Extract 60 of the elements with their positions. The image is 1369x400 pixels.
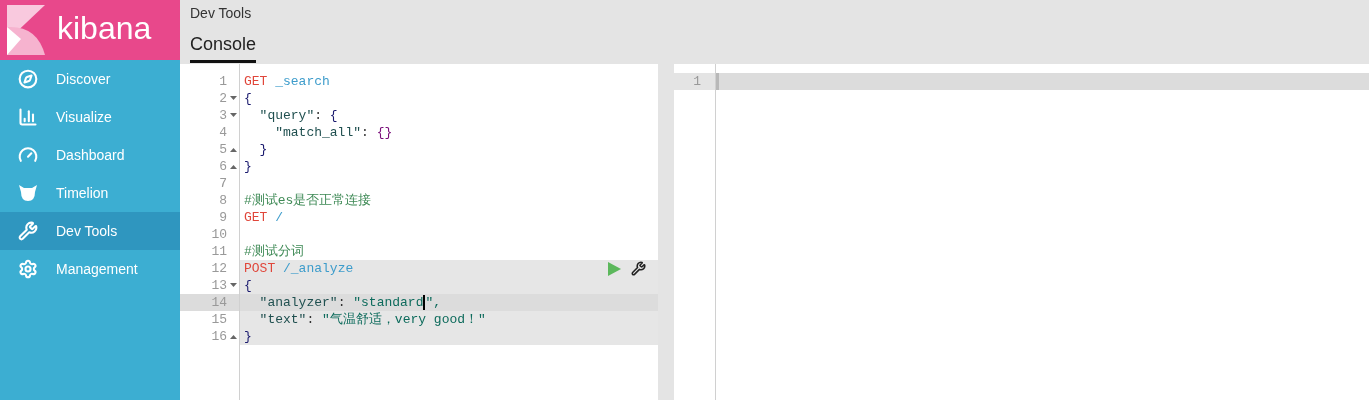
- sidebar-item[interactable]: Management: [0, 250, 180, 288]
- line-number: 1: [219, 72, 227, 91]
- line-number: 15: [211, 310, 227, 329]
- sidebar-label: Management: [56, 259, 138, 279]
- line-number: 2: [219, 89, 227, 108]
- compass-icon: [18, 69, 38, 89]
- line-number: 10: [211, 225, 227, 244]
- line-number: 3: [219, 106, 227, 125]
- bear-icon: [18, 184, 38, 202]
- sidebar-label: Visualize: [56, 107, 112, 127]
- line-number: 16: [211, 327, 227, 346]
- fold-arrow-icon[interactable]: [230, 334, 237, 339]
- sidebar-label: Dev Tools: [56, 221, 118, 241]
- code-line: POST /_analyze: [244, 259, 354, 278]
- line-number: 8: [219, 191, 227, 210]
- sidebar-label: Timelion: [56, 183, 109, 203]
- line-number: 11: [211, 242, 227, 261]
- code-line: "analyzer": "standard",: [258, 293, 442, 312]
- page-title: Dev Tools: [190, 4, 253, 23]
- code-line: "query": {: [258, 106, 338, 125]
- fold-arrow-icon[interactable]: [230, 283, 237, 288]
- line-number: 7: [219, 174, 227, 193]
- code-line: "text": "气温舒适，very good！": [258, 310, 486, 329]
- bar-chart-icon: [18, 107, 38, 127]
- wrench-icon[interactable]: [631, 261, 646, 276]
- sidebar-item[interactable]: Visualize: [0, 98, 180, 136]
- fold-arrow-icon[interactable]: [230, 164, 237, 169]
- sidebar-item[interactable]: Dev Tools: [0, 212, 180, 250]
- line-number: 13: [211, 276, 227, 295]
- sidebar-item[interactable]: Timelion: [0, 174, 180, 212]
- line-number: 5: [219, 140, 227, 159]
- sidebar-label: Discover: [56, 69, 111, 89]
- code-line: {: [244, 276, 252, 295]
- line-number: 9: [219, 208, 227, 227]
- code-line: "match_all": {}: [274, 123, 393, 142]
- code-line: #测试分词: [244, 242, 304, 261]
- line-number: 4: [219, 123, 227, 142]
- wrench-icon: [18, 221, 38, 241]
- settings-icon: [18, 259, 38, 279]
- fold-arrow-icon[interactable]: [230, 113, 237, 118]
- gauge-icon: [18, 145, 38, 165]
- code-line: {: [244, 89, 252, 108]
- sidebar-item[interactable]: Discover: [0, 60, 180, 98]
- line-number: 6: [219, 157, 227, 176]
- code-line: }: [258, 140, 268, 159]
- code-line: GET /: [244, 208, 283, 227]
- fold-arrow-icon[interactable]: [230, 147, 237, 152]
- fold-arrow-icon[interactable]: [230, 96, 237, 101]
- request-editor[interactable]: 1 GET _search 2 { 3 "query": { 4 "match_all": {} 5 } 6 } 7 8 #测试es是否正常连接 9 GET / 10 11 #测试分词 12 POST /_analyze 13 { 14 "analyzer": "standard", 15 "text": "气温舒适，very good！" 16 }: [180, 64, 658, 400]
- line-number: 14: [211, 293, 227, 312]
- code-line: }: [244, 327, 252, 346]
- logo-text: kibana: [57, 12, 152, 48]
- code-line: }: [244, 157, 252, 176]
- logo-icon: [7, 5, 45, 55]
- line-number: 12: [211, 259, 227, 278]
- line-number: 1: [693, 72, 701, 91]
- sidebar-item[interactable]: Dashboard: [0, 136, 180, 174]
- code-line: GET _search: [244, 72, 330, 91]
- code-line: #测试es是否正常连接: [244, 191, 372, 210]
- sidebar-label: Dashboard: [56, 145, 125, 165]
